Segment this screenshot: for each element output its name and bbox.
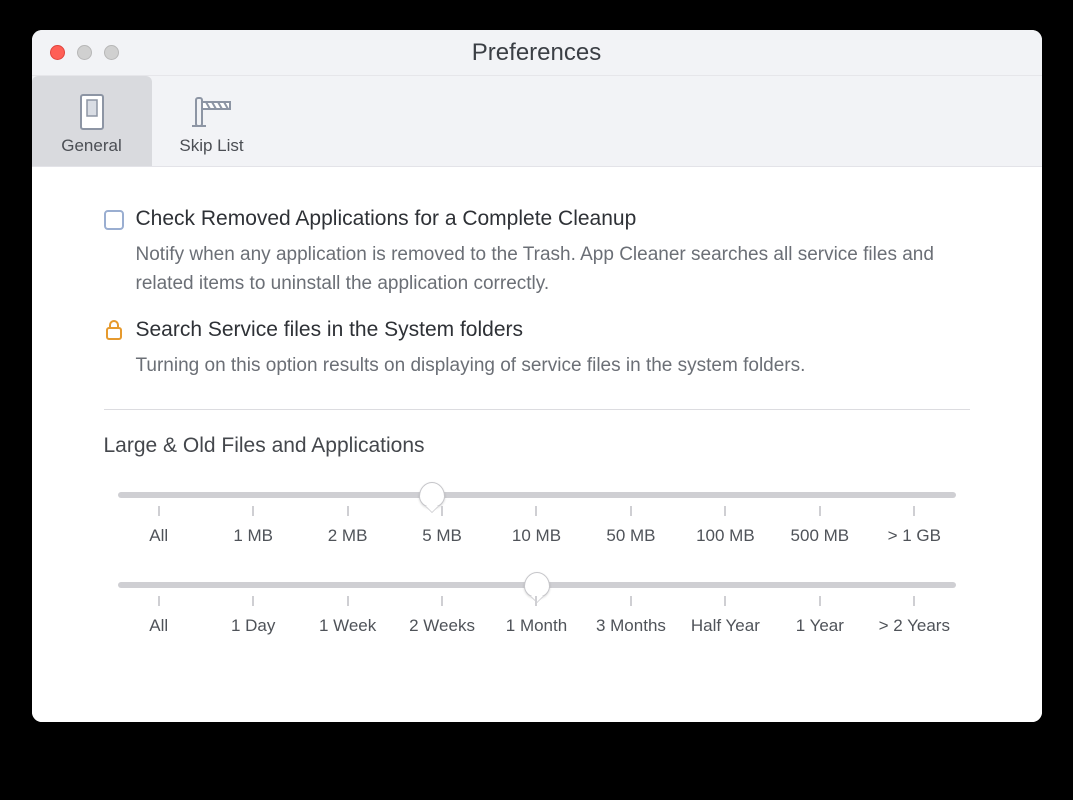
minimize-button[interactable]	[77, 45, 92, 60]
search-system-desc: Turning on this option results on displa…	[136, 352, 966, 381]
slider-label: All	[112, 526, 206, 546]
divider	[104, 409, 970, 410]
slider-label: 2 Weeks	[395, 616, 489, 636]
search-system-title: Search Service files in the System folde…	[136, 318, 524, 342]
slider-label: 1 Year	[773, 616, 867, 636]
slider-label: 100 MB	[678, 526, 772, 546]
slider-label: 500 MB	[773, 526, 867, 546]
slider-label: > 1 GB	[867, 526, 961, 546]
zoom-button[interactable]	[104, 45, 119, 60]
size-slider-block: All1 MB2 MB5 MB10 MB50 MB100 MB500 MB> 1…	[104, 492, 970, 546]
slider-label: 5 MB	[395, 526, 489, 546]
window-controls	[32, 45, 119, 60]
slider-label: 1 MB	[206, 526, 300, 546]
slider-label: 1 Day	[206, 616, 300, 636]
content-pane: Check Removed Applications for a Complet…	[32, 167, 1042, 722]
section-large-old-heading: Large & Old Files and Applications	[104, 434, 970, 458]
check-removed-checkbox[interactable]	[104, 210, 124, 230]
slider-label: 1 Week	[300, 616, 394, 636]
slider-label: > 2 Years	[867, 616, 961, 636]
check-removed-title: Check Removed Applications for a Complet…	[136, 207, 637, 231]
slider-label: 1 Month	[489, 616, 583, 636]
slider-label: 10 MB	[489, 526, 583, 546]
switch-icon	[32, 90, 152, 134]
slider-label: 3 Months	[584, 616, 678, 636]
slider-label: 2 MB	[300, 526, 394, 546]
toolbar: General Skip List	[32, 76, 1042, 167]
age-slider-thumb[interactable]	[524, 572, 550, 598]
titlebar: Preferences	[32, 30, 1042, 76]
tab-skip-list-label: Skip List	[152, 136, 272, 156]
age-slider[interactable]	[118, 582, 956, 588]
slider-label: All	[112, 616, 206, 636]
pref-search-system: Search Service files in the System folde…	[104, 318, 970, 381]
size-slider[interactable]	[118, 492, 956, 498]
size-slider-labels: All1 MB2 MB5 MB10 MB50 MB100 MB500 MB> 1…	[112, 526, 962, 546]
barrier-icon	[152, 90, 272, 134]
tab-general[interactable]: General	[32, 76, 152, 166]
slider-label: Half Year	[678, 616, 772, 636]
tab-skip-list[interactable]: Skip List	[152, 76, 272, 166]
tab-general-label: General	[32, 136, 152, 156]
preferences-window: Preferences General	[32, 30, 1042, 722]
age-slider-block: All1 Day1 Week2 Weeks1 Month3 MonthsHalf…	[104, 582, 970, 636]
size-slider-thumb[interactable]	[419, 482, 445, 508]
slider-label: 50 MB	[584, 526, 678, 546]
check-removed-desc: Notify when any application is removed t…	[136, 241, 966, 298]
window-title: Preferences	[32, 39, 1042, 67]
pref-check-removed: Check Removed Applications for a Complet…	[104, 207, 970, 298]
lock-icon	[104, 319, 124, 341]
close-button[interactable]	[50, 45, 65, 60]
age-slider-labels: All1 Day1 Week2 Weeks1 Month3 MonthsHalf…	[112, 616, 962, 636]
